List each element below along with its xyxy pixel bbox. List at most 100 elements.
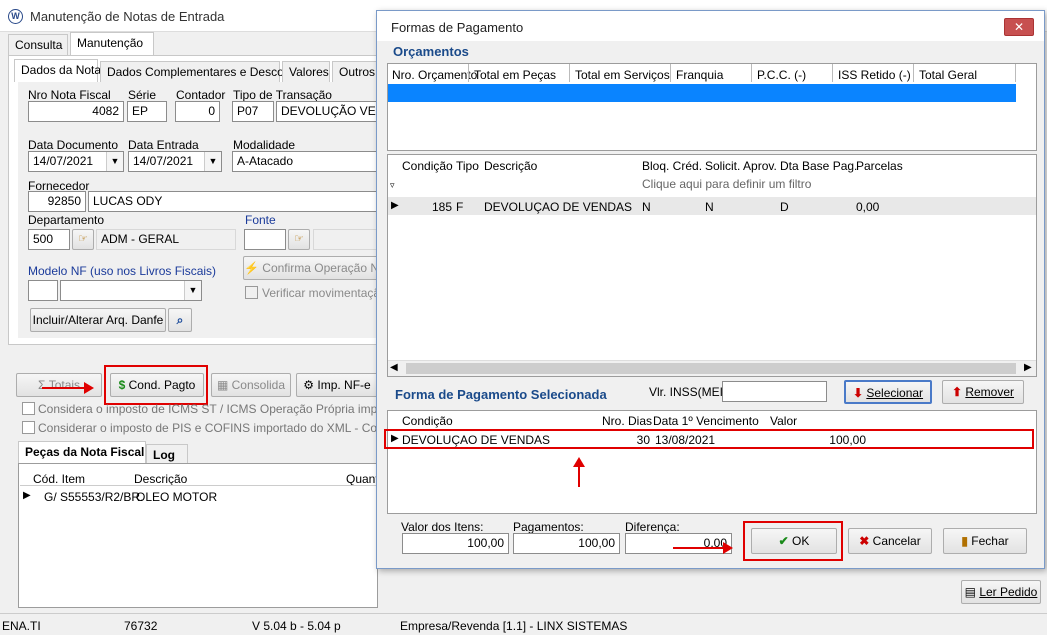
fonte-label: Fonte xyxy=(245,213,276,227)
scroll-right-icon[interactable]: ▶ xyxy=(1024,362,1032,373)
pis-checkbox[interactable] xyxy=(22,421,35,434)
modelo-nf-code-input[interactable] xyxy=(28,280,58,301)
col-nro-orcamento[interactable]: Nro. Orçamento xyxy=(392,68,477,82)
col-iss[interactable]: ISS Retido (-) xyxy=(838,68,911,82)
ler-pedido-button[interactable]: ▤ Ler Pedido xyxy=(961,580,1041,604)
col-franquia[interactable]: Franquia xyxy=(676,68,723,82)
tipo-transacao-code-input[interactable]: P07 xyxy=(232,101,274,122)
col-condicao[interactable]: Condição xyxy=(402,159,453,173)
ok-button[interactable]: ✔ OK xyxy=(751,528,837,554)
modelo-nf-label: Modelo NF (uso nos Livros Fiscais) xyxy=(28,264,217,278)
col-sep xyxy=(569,64,570,82)
orcamento-selected-row[interactable] xyxy=(388,84,1016,102)
cond-pagto-button[interactable]: $ Cond. Pagto xyxy=(110,373,204,397)
nro-nota-input[interactable]: 4082 xyxy=(28,101,124,122)
col-sep xyxy=(1015,64,1016,82)
red-arrow-icon xyxy=(42,387,88,389)
modalidade-select[interactable]: A-Atacado xyxy=(232,151,378,172)
consolida-button[interactable]: ▦ Consolida xyxy=(211,373,291,397)
horizontal-scrollbar[interactable]: ◀ ▶ xyxy=(388,360,1036,376)
chevron-down-icon[interactable]: ▼ xyxy=(106,152,123,171)
tab-consulta[interactable]: Consulta xyxy=(8,34,68,55)
forma-selecionada-grid[interactable]: Condição Nro. Dias Data 1º Vencimento Va… xyxy=(387,410,1037,514)
row-tipo[interactable]: F xyxy=(456,200,463,214)
search-icon[interactable]: ⌕ xyxy=(168,308,192,332)
col-cod-item[interactable]: Cód. Item xyxy=(33,472,85,486)
confirma-operacao-button[interactable]: ⚡ Confirma Operação N xyxy=(243,256,379,280)
tab-valores[interactable]: Valores xyxy=(282,61,330,82)
tab-log[interactable]: Log xyxy=(146,444,188,465)
ler-pedido-label: Ler Pedido xyxy=(979,585,1038,599)
x-icon: ✖ xyxy=(859,534,873,548)
selecionar-button[interactable]: ⬇ Selecionar xyxy=(844,380,932,404)
tab-outros[interactable]: Outros V xyxy=(332,61,386,82)
col-total-geral[interactable]: Total Geral xyxy=(919,68,977,82)
row-bloq[interactable]: N xyxy=(642,200,651,214)
scroll-left-icon[interactable]: ◀ xyxy=(390,362,398,373)
col-valor[interactable]: Valor xyxy=(770,414,797,428)
col-parcelas[interactable]: Parcelas xyxy=(856,159,903,173)
item-desc[interactable]: OLEO MOTOR xyxy=(136,490,217,504)
col-sel-condicao[interactable]: Condição xyxy=(402,414,453,428)
modelo-nf-select[interactable]: ▼ xyxy=(60,280,202,301)
col-data-venc[interactable]: Data 1º Vencimento xyxy=(653,414,759,428)
serie-input[interactable]: EP xyxy=(127,101,167,122)
icms-checkbox[interactable] xyxy=(22,402,35,415)
valor-itens-field: 100,00 xyxy=(402,533,509,554)
fonte-code-input[interactable] xyxy=(244,229,286,250)
imp-nfe-button[interactable]: ⚙ Imp. NF-e xyxy=(296,373,378,397)
remover-button[interactable]: ⬆ Remover xyxy=(942,380,1024,404)
item-cod[interactable]: G/ S55553/R2/BR. xyxy=(44,490,143,504)
row-dta-base[interactable]: D xyxy=(780,200,789,214)
tab-pecas[interactable]: Peças da Nota Fiscal xyxy=(18,441,146,464)
row-parcelas[interactable]: 0,00 xyxy=(856,200,879,214)
sel-row-condicao[interactable]: DEVOLUÇAO DE VENDAS xyxy=(402,433,550,447)
col-sep xyxy=(913,64,914,82)
data-entrada-label: Data Entrada xyxy=(128,138,199,152)
col-nro-dias[interactable]: Nro. Dias xyxy=(602,414,652,428)
scrollbar-thumb[interactable] xyxy=(406,363,1016,374)
fonte-lookup-hand-icon[interactable]: ☞ xyxy=(288,229,310,250)
col-dta-base[interactable]: Dta Base Pag. xyxy=(780,159,857,173)
tab-dados-complementares[interactable]: Dados Complementares e Desconto xyxy=(100,61,300,82)
col-bloq-cred[interactable]: Bloq. Créd. xyxy=(642,159,702,173)
departamento-label: Departamento xyxy=(28,213,105,227)
row-condicao[interactable]: 185 xyxy=(402,200,452,214)
cancelar-button[interactable]: ✖ Cancelar xyxy=(848,528,932,554)
col-quant[interactable]: Quant xyxy=(346,472,379,486)
sel-row-valor[interactable]: 100,00 xyxy=(770,433,866,447)
col-descricao[interactable]: Descrição xyxy=(134,472,187,486)
condicoes-grid[interactable]: Condição Tipo Descrição Bloq. Créd. Soli… xyxy=(387,154,1037,377)
data-entrada-value: 14/07/2021 xyxy=(133,154,194,168)
chevron-down-icon[interactable]: ▼ xyxy=(184,281,201,300)
col-tipo[interactable]: Tipo xyxy=(456,159,479,173)
data-entrada-picker[interactable]: 14/07/2021 ▼ xyxy=(128,151,222,172)
col-pcc[interactable]: P.C.C. (-) xyxy=(757,68,806,82)
fechar-button[interactable]: ▮ Fechar xyxy=(943,528,1027,554)
departamento-code-input[interactable]: 500 xyxy=(28,229,70,250)
orcamentos-grid[interactable]: Nro. Orçamento Total em Peças Total em S… xyxy=(387,63,1037,151)
tab-manutencao[interactable]: Manutenção xyxy=(70,32,154,55)
chevron-down-icon[interactable]: ▼ xyxy=(204,152,221,171)
filter-icon[interactable]: ▿ xyxy=(390,180,395,191)
col-total-servicos[interactable]: Total em Serviços xyxy=(575,68,670,82)
row-descricao[interactable]: DEVOLUÇAO DE VENDAS xyxy=(484,200,632,214)
sel-row-vencimento[interactable]: 13/08/2021 xyxy=(655,433,715,447)
col-total-pecas[interactable]: Total em Peças xyxy=(474,68,556,82)
contador-label: Contador xyxy=(176,88,226,102)
verificar-checkbox[interactable] xyxy=(245,286,258,299)
row-solicit[interactable]: N xyxy=(705,200,714,214)
fornecedor-code-input[interactable]: 92850 xyxy=(28,191,86,212)
close-icon[interactable]: ✕ xyxy=(1004,18,1034,36)
col-descricao[interactable]: Descrição xyxy=(484,159,537,173)
contador-input[interactable]: 0 xyxy=(175,101,220,122)
filter-hint[interactable]: Clique aqui para definir um filtro xyxy=(642,177,811,191)
status-bar: ENA.TI 76732 V 5.04 b - 5.04 p Empresa/R… xyxy=(0,613,1047,635)
tab-dados-nota[interactable]: Dados da Nota xyxy=(14,59,101,82)
sel-row-dias[interactable]: 30 xyxy=(602,433,650,447)
vlr-inss-input[interactable] xyxy=(722,381,827,402)
incluir-danfe-button[interactable]: Incluir/Alterar Arq. Danfe xyxy=(30,308,166,332)
data-documento-picker[interactable]: 14/07/2021 ▼ xyxy=(28,151,124,172)
departamento-lookup-hand-icon[interactable]: ☞ xyxy=(72,229,94,250)
col-solicit-aprov[interactable]: Solicit. Aprov. xyxy=(705,159,777,173)
